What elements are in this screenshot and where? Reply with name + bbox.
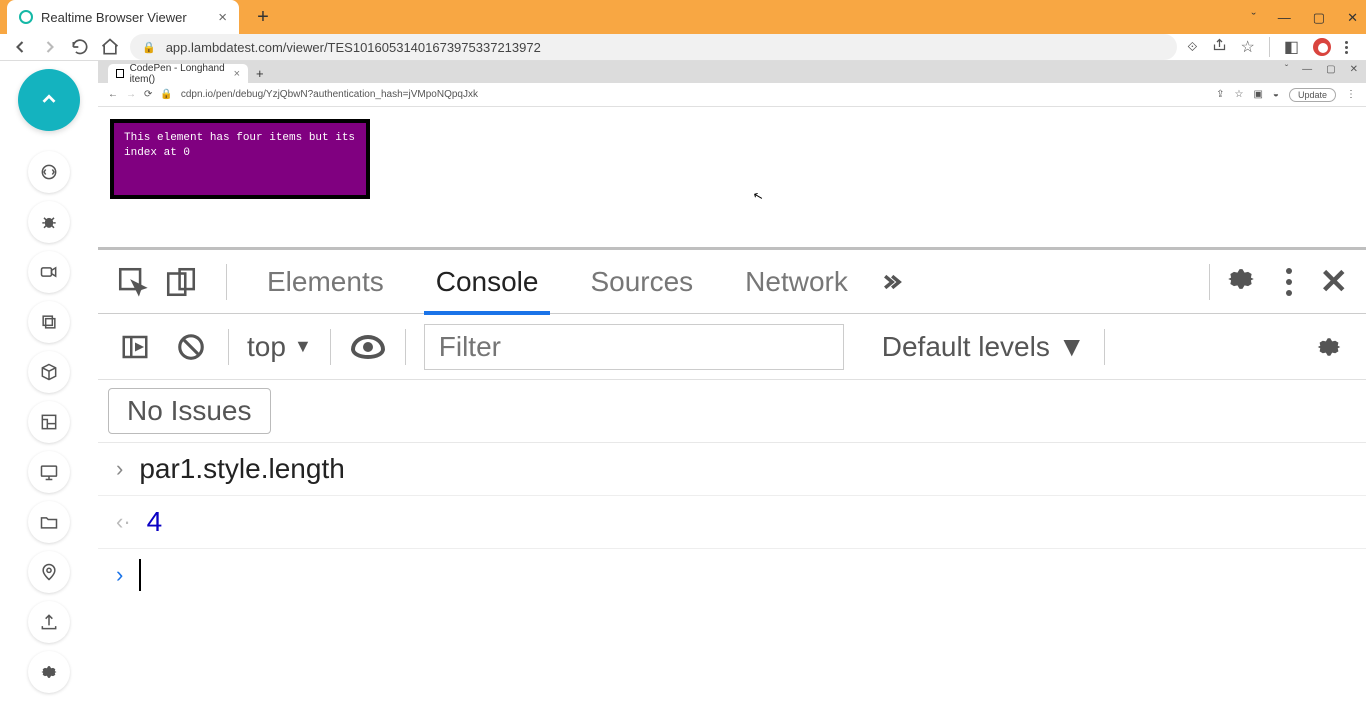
inner-maximize-icon[interactable]: ▢ <box>1326 64 1335 75</box>
back-icon[interactable] <box>10 37 30 57</box>
switch-icon[interactable] <box>28 151 70 193</box>
live-expression-icon[interactable] <box>349 328 387 366</box>
issues-button[interactable]: No Issues <box>108 388 271 434</box>
text-cursor <box>139 559 141 591</box>
console-code: par1.style.length <box>139 453 344 485</box>
tab-elements[interactable]: Elements <box>241 250 410 314</box>
inner-browser-tabs: CodePen - Longhand item() × + ˇ — ▢ ✕ <box>98 61 1366 83</box>
browser-tab[interactable]: Realtime Browser Viewer × <box>7 0 239 34</box>
log-levels-selector[interactable]: Default levels▼ <box>882 331 1086 363</box>
video-icon[interactable] <box>28 251 70 293</box>
pin-icon[interactable] <box>28 551 70 593</box>
console-prompt-row[interactable]: › <box>98 549 1366 601</box>
inner-menu-icon[interactable]: ⋮ <box>1346 89 1356 100</box>
devtools-tabs: Elements Console Sources Network ✕ <box>98 250 1366 314</box>
inner-minimize-icon[interactable]: — <box>1302 64 1312 75</box>
inner-back-icon[interactable]: ← <box>108 89 118 100</box>
console-output: › par1.style.length ‹· 4 › <box>98 443 1366 701</box>
devtools-panel: Elements Console Sources Network ✕ top▼ … <box>98 247 1366 701</box>
inner-star-icon[interactable]: ☆ <box>1235 89 1244 100</box>
address-bar: 🔒 app.lambdatest.com/viewer/TES101605314… <box>0 34 1366 61</box>
console-input-row: › par1.style.length <box>98 443 1366 496</box>
monitor-icon[interactable] <box>28 451 70 493</box>
layout-icon[interactable] <box>28 401 70 443</box>
inner-close-icon[interactable]: ✕ <box>1350 64 1358 75</box>
window-controls: ˇ — ▢ ✕ <box>1251 10 1358 26</box>
inner-tab[interactable]: CodePen - Longhand item() × <box>108 64 248 83</box>
console-settings-icon[interactable] <box>1310 328 1348 366</box>
copy-icon[interactable] <box>28 301 70 343</box>
inner-address-bar: ← → ⟳ 🔒 cdpn.io/pen/debug/YzjQbwN?authen… <box>98 83 1366 107</box>
tab-sources[interactable]: Sources <box>564 250 719 314</box>
more-tabs-icon[interactable] <box>874 265 908 299</box>
maximize-icon[interactable]: ▢ <box>1313 10 1325 26</box>
forward-icon[interactable] <box>40 37 60 57</box>
console-result-row: ‹· 4 <box>98 496 1366 549</box>
devtools-menu-icon[interactable] <box>1286 268 1292 296</box>
url-text: app.lambdatest.com/viewer/TES10160531401… <box>166 40 541 55</box>
chevron-down-icon[interactable]: ˇ <box>1251 10 1255 26</box>
inner-favicon <box>116 69 124 78</box>
translate-icon[interactable]: ⟐ <box>1187 39 1197 55</box>
tab-favicon <box>19 10 33 24</box>
console-result: 4 <box>147 506 163 538</box>
main-area: CodePen - Longhand item() × + ˇ — ▢ ✕ ← … <box>98 61 1366 701</box>
update-button[interactable]: Update <box>1289 88 1336 102</box>
issues-row: No Issues <box>98 380 1366 443</box>
inner-forward-icon[interactable]: → <box>126 89 136 100</box>
upload-icon[interactable] <box>28 601 70 643</box>
output-arrow-icon: ‹· <box>116 509 131 535</box>
filter-input[interactable] <box>424 324 844 370</box>
panel-icon[interactable]: ◧ <box>1284 37 1299 57</box>
prompt-arrow-icon: › <box>116 562 123 588</box>
browser-title-bar: Realtime Browser Viewer × + ˇ — ▢ ✕ <box>0 0 1366 34</box>
clear-console-icon[interactable] <box>172 328 210 366</box>
lock-icon: 🔒 <box>142 41 156 54</box>
bug-icon[interactable] <box>28 201 70 243</box>
inner-url[interactable]: cdpn.io/pen/debug/YzjQbwN?authentication… <box>181 89 1208 100</box>
share-icon[interactable] <box>1212 37 1227 57</box>
inspect-icon[interactable] <box>116 265 150 299</box>
tab-network[interactable]: Network <box>719 250 874 314</box>
tab-close-icon[interactable]: × <box>218 9 227 26</box>
mouse-cursor-icon: ↖ <box>751 188 764 204</box>
inner-tab-close[interactable]: × <box>234 68 240 80</box>
profile-avatar[interactable] <box>1313 38 1331 56</box>
home-icon[interactable] <box>100 37 120 57</box>
tab-console[interactable]: Console <box>410 250 565 314</box>
box-icon[interactable] <box>28 351 70 393</box>
sidebar-toggle-icon[interactable] <box>116 328 154 366</box>
inner-chevron-icon[interactable]: ˇ <box>1285 64 1288 75</box>
inner-profile-icon[interactable]: ◒ <box>1273 89 1279 100</box>
inner-reload-icon[interactable]: ⟳ <box>144 89 152 100</box>
url-input[interactable]: 🔒 app.lambdatest.com/viewer/TES101605314… <box>130 34 1177 60</box>
demo-element: This element has four items but its inde… <box>110 119 370 199</box>
menu-icon[interactable] <box>1345 41 1348 54</box>
context-selector[interactable]: top▼ <box>247 331 312 363</box>
reload-icon[interactable] <box>70 37 90 57</box>
star-icon[interactable]: ☆ <box>1241 37 1255 57</box>
devtools-gear-icon[interactable] <box>1224 262 1258 301</box>
inner-share-icon[interactable]: ⇪ <box>1216 89 1224 100</box>
input-arrow-icon: › <box>116 456 123 482</box>
devtools-close-icon[interactable]: ✕ <box>1320 262 1349 302</box>
inner-new-tab[interactable]: + <box>256 66 264 81</box>
inner-lock-icon: 🔒 <box>160 89 172 100</box>
gear-icon[interactable] <box>28 651 70 693</box>
inner-tab-title: CodePen - Longhand item() <box>130 63 228 85</box>
collapse-fab[interactable] <box>18 69 80 131</box>
device-icon[interactable] <box>164 265 198 299</box>
console-toolbar: top▼ Default levels▼ <box>98 314 1366 380</box>
inner-ext-icon[interactable]: ▣ <box>1253 89 1262 100</box>
page-content: This element has four items but its inde… <box>98 107 1366 247</box>
sidebar <box>0 61 98 701</box>
close-window-icon[interactable]: ✕ <box>1347 10 1358 26</box>
tab-title: Realtime Browser Viewer <box>41 10 187 25</box>
minimize-icon[interactable]: — <box>1278 10 1291 26</box>
new-tab-button[interactable]: + <box>249 3 277 31</box>
folder-icon[interactable] <box>28 501 70 543</box>
